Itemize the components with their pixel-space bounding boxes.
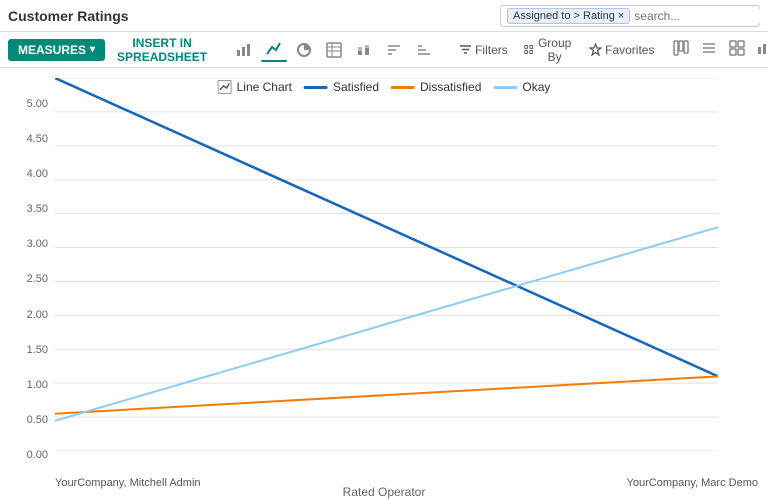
- insert-spreadsheet-button[interactable]: INSERT IN SPREADSHEET: [109, 32, 215, 68]
- filters-button[interactable]: Filters: [453, 40, 514, 60]
- desc-sort-icon[interactable]: [411, 39, 437, 61]
- kanban-view-icon[interactable]: [668, 37, 694, 62]
- table-icon[interactable]: [321, 39, 347, 61]
- favorites-button[interactable]: Favorites: [583, 40, 660, 60]
- search-area: Assigned to > Rating × 🔍: [500, 5, 760, 27]
- sort-icon[interactable]: [381, 39, 407, 61]
- chevron-down-icon: ▾: [90, 44, 95, 55]
- search-tag[interactable]: Assigned to > Rating ×: [507, 8, 630, 24]
- bar-chart2-icon[interactable]: [351, 39, 377, 61]
- legend-satisfied: Satisfied: [304, 80, 379, 94]
- groupby-button[interactable]: Group By: [518, 33, 579, 67]
- measures-button[interactable]: MEASURES ▾: [8, 39, 105, 61]
- x-label-left: YourCompany, Mitchell Admin: [55, 477, 201, 489]
- grid-view-icon[interactable]: [724, 37, 750, 62]
- toolbar: MEASURES ▾ INSERT IN SPREADSHEET Filters…: [0, 32, 768, 68]
- search-input[interactable]: [634, 9, 768, 23]
- page-title: Customer Ratings: [8, 8, 129, 24]
- line-chart-icon[interactable]: [261, 38, 287, 62]
- line-chart-svg: [55, 78, 718, 451]
- chart-container: 5.00 4.50 4.00 3.50 3.00 2.50 2.00 1.50 …: [0, 68, 768, 501]
- legend-chart-type: Line Chart: [218, 80, 292, 94]
- chart-legend: Line Chart Satisfied Dissatisfied Okay: [218, 80, 551, 94]
- x-label-right: YourCompany, Marc Demo: [627, 477, 758, 489]
- pie-chart-icon[interactable]: [291, 39, 317, 61]
- bar-chart-icon[interactable]: [231, 39, 257, 61]
- y-axis-labels: 5.00 4.50 4.00 3.50 3.00 2.50 2.00 1.50 …: [8, 98, 48, 461]
- view-icons: [668, 37, 768, 62]
- chart-view-icon[interactable]: [752, 37, 768, 62]
- legend-dissatisfied: Dissatisfied: [391, 80, 481, 94]
- x-axis-title: Rated Operator: [343, 485, 426, 499]
- legend-okay: Okay: [493, 80, 550, 94]
- list-view-icon[interactable]: [696, 37, 722, 62]
- top-bar: Customer Ratings Assigned to > Rating × …: [0, 0, 768, 32]
